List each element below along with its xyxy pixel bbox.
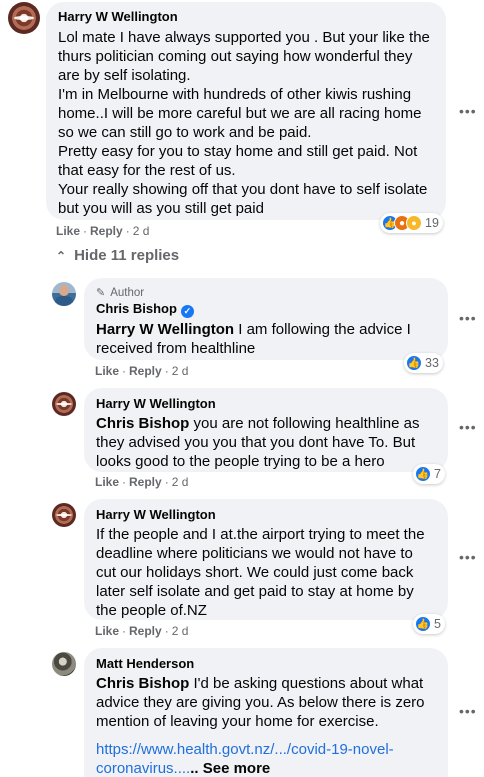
- more-options-icon[interactable]: •••: [459, 704, 477, 718]
- reply-text: Chris Bishop I'd be asking questions abo…: [96, 674, 436, 731]
- reply-text: If the people and I at.the airport tryin…: [96, 526, 425, 619]
- reply-button[interactable]: Reply: [90, 224, 123, 238]
- mention-link[interactable]: Chris Bishop: [96, 415, 189, 432]
- reply-bubble: Matt Henderson Chris Bishop I'd be askin…: [84, 648, 448, 777]
- more-options-icon[interactable]: •••: [459, 420, 477, 434]
- reply-actions: Like · Reply · 2 d: [95, 624, 189, 638]
- reaction-count: 7: [434, 467, 441, 481]
- author-tag: ✎ Author: [96, 286, 436, 300]
- more-options-icon[interactable]: •••: [459, 104, 477, 118]
- like-reaction-icon: 👍: [415, 466, 431, 482]
- timestamp[interactable]: 2 d: [133, 224, 150, 238]
- see-more-button[interactable]: .. See more: [190, 760, 270, 777]
- reply-text: Chris Bishop you are not following healt…: [96, 414, 436, 471]
- comment-actions: Like · Reply · 2 d: [56, 224, 150, 238]
- reaction-count: 19: [425, 216, 439, 230]
- avatar[interactable]: [52, 503, 76, 527]
- more-options-icon[interactable]: •••: [459, 311, 477, 325]
- avatar[interactable]: [52, 392, 76, 416]
- verified-badge-icon: ✓: [180, 305, 194, 318]
- reply-bubble: ✎ Author Chris Bishop ✓ Harry W Wellingto…: [84, 278, 448, 360]
- mention-link[interactable]: Chris Bishop: [96, 675, 189, 692]
- reply-author[interactable]: Harry W Wellington: [96, 507, 436, 523]
- hide-replies-button[interactable]: ⌃ Hide 11 replies: [56, 247, 179, 264]
- avatar[interactable]: [52, 282, 76, 306]
- timestamp[interactable]: 2 d: [172, 624, 189, 638]
- reaction-summary[interactable]: 👍 ● ● 19: [380, 213, 443, 233]
- comment-author[interactable]: Harry W Wellington: [58, 9, 434, 25]
- mention-link[interactable]: Harry W Wellington: [96, 321, 234, 338]
- timestamp[interactable]: 2 d: [172, 475, 189, 489]
- reply-text: Harry W Wellington I am following the ad…: [96, 320, 436, 358]
- reply-actions: Like · Reply · 2 d: [95, 475, 189, 489]
- hide-replies-label: Hide 11 replies: [74, 247, 180, 264]
- comment-text: Lol mate I have always supported you . B…: [58, 29, 430, 217]
- timestamp[interactable]: 2 d: [172, 364, 189, 378]
- avatar[interactable]: [8, 2, 40, 34]
- like-button[interactable]: Like: [95, 364, 119, 378]
- reaction-summary[interactable]: 👍 33: [404, 353, 443, 373]
- reply-author[interactable]: Chris Bishop ✓: [96, 301, 436, 318]
- comment-bubble: Harry W Wellington Lol mate I have alway…: [46, 2, 446, 220]
- reply-actions: Like · Reply · 2 d: [95, 364, 189, 378]
- avatar[interactable]: [52, 652, 76, 676]
- reply-bubble: Harry W Wellington Chris Bishop you are …: [84, 388, 448, 472]
- like-button[interactable]: Like: [95, 624, 119, 638]
- reaction-summary[interactable]: 👍 5: [413, 614, 445, 634]
- reply-button[interactable]: Reply: [129, 364, 162, 378]
- like-reaction-icon: 👍: [406, 355, 422, 371]
- reply-author[interactable]: Harry W Wellington: [96, 396, 436, 412]
- haha-reaction-icon: ●: [406, 215, 422, 231]
- chevron-up-icon: ⌃: [56, 248, 67, 263]
- reaction-count: 33: [425, 356, 439, 370]
- reaction-count: 5: [434, 617, 441, 631]
- reply-author[interactable]: Matt Henderson: [96, 656, 436, 672]
- reply-button[interactable]: Reply: [129, 475, 162, 489]
- reply-author-name[interactable]: Chris Bishop: [96, 301, 177, 316]
- pencil-icon: ✎: [96, 287, 106, 299]
- reply-link-line: https://www.health.govt.nz/.../covid-19-…: [96, 740, 436, 777]
- like-reaction-icon: 👍: [415, 616, 431, 632]
- reply-bubble: Harry W Wellington If the people and I a…: [84, 499, 448, 620]
- author-tag-label: Author: [110, 287, 145, 299]
- reply-button[interactable]: Reply: [129, 624, 162, 638]
- like-button[interactable]: Like: [56, 224, 80, 238]
- more-options-icon[interactable]: •••: [459, 550, 477, 564]
- like-button[interactable]: Like: [95, 475, 119, 489]
- reaction-summary[interactable]: 👍 7: [413, 464, 445, 484]
